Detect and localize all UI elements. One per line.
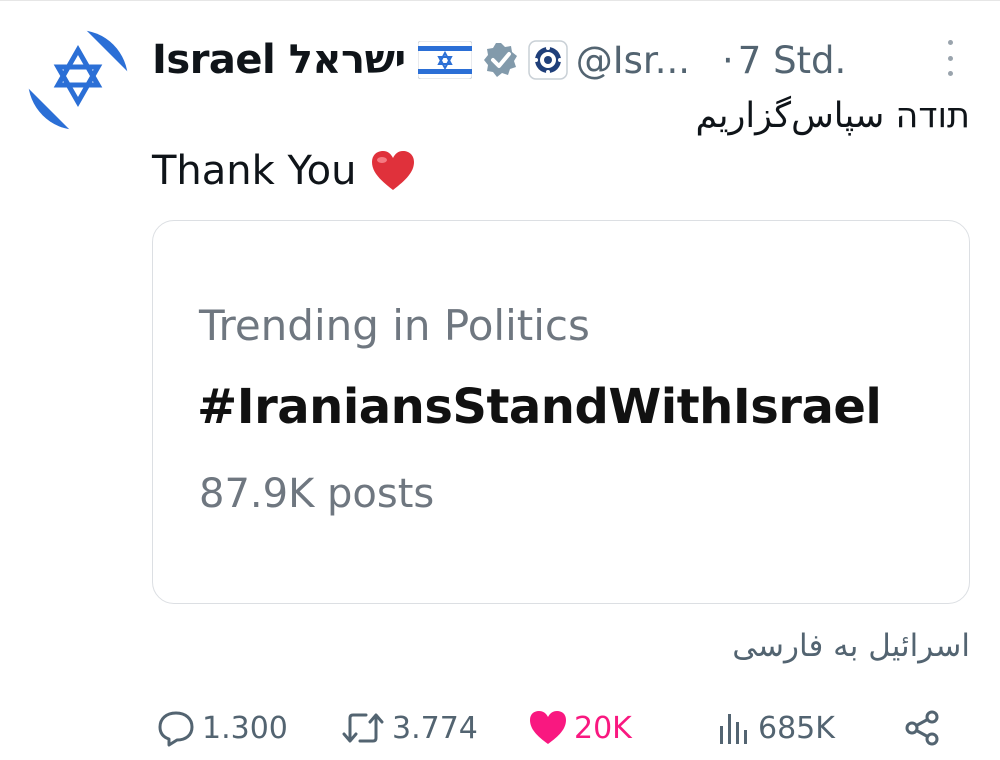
view-count: 685K	[758, 710, 835, 746]
israel-flag-icon	[417, 41, 472, 79]
display-name[interactable]: Israel ישראל	[152, 37, 406, 83]
more-options-icon[interactable]	[940, 38, 960, 78]
trend-post-count: 87.9K posts	[199, 471, 435, 517]
tweet-text-hebrew-farsi: תודה سپاس‌گزاریم	[695, 96, 970, 136]
timestamp[interactable]: 7 Std.	[738, 39, 847, 82]
trend-card[interactable]: Trending in Politics #IraniansStandWithI…	[152, 220, 970, 604]
affiliation-seal-icon[interactable]	[527, 40, 568, 80]
repost-button[interactable]: 3.774	[340, 700, 478, 756]
tweet-header: Israel ישראל @Isr... · 7 Std.	[152, 30, 846, 90]
like-count: 20K	[574, 710, 632, 746]
like-button[interactable]: 20K	[528, 700, 632, 756]
avatar[interactable]	[28, 30, 128, 130]
top-divider	[0, 0, 1000, 1]
verified-badge-icon[interactable]	[482, 41, 520, 79]
views-button[interactable]: 685K	[716, 700, 835, 756]
like-heart-icon	[530, 711, 566, 744]
trend-hashtag: #IraniansStandWithIsrael	[197, 379, 882, 435]
translation-source[interactable]: اسرائیل به فارسی	[732, 628, 970, 664]
repost-icon	[342, 713, 384, 743]
repost-count: 3.774	[392, 710, 478, 746]
reply-icon	[158, 711, 194, 747]
israel-flag-avatar-icon	[28, 30, 128, 130]
thank-you-text: Thank You	[152, 148, 357, 194]
reply-button[interactable]: 1.300	[156, 700, 288, 756]
tweet-text-english: Thank You	[152, 148, 416, 194]
red-heart-emoji-icon	[370, 150, 416, 192]
reply-count: 1.300	[202, 710, 288, 746]
share-button[interactable]	[902, 700, 942, 756]
action-bar: 1.300 3.774 20K 685K	[0, 700, 1000, 756]
share-icon	[905, 710, 939, 746]
separator-dot: ·	[722, 38, 734, 82]
trend-category-label: Trending in Politics	[199, 301, 590, 350]
views-bar-icon	[720, 714, 747, 744]
user-handle[interactable]: @Isr...	[576, 39, 690, 82]
